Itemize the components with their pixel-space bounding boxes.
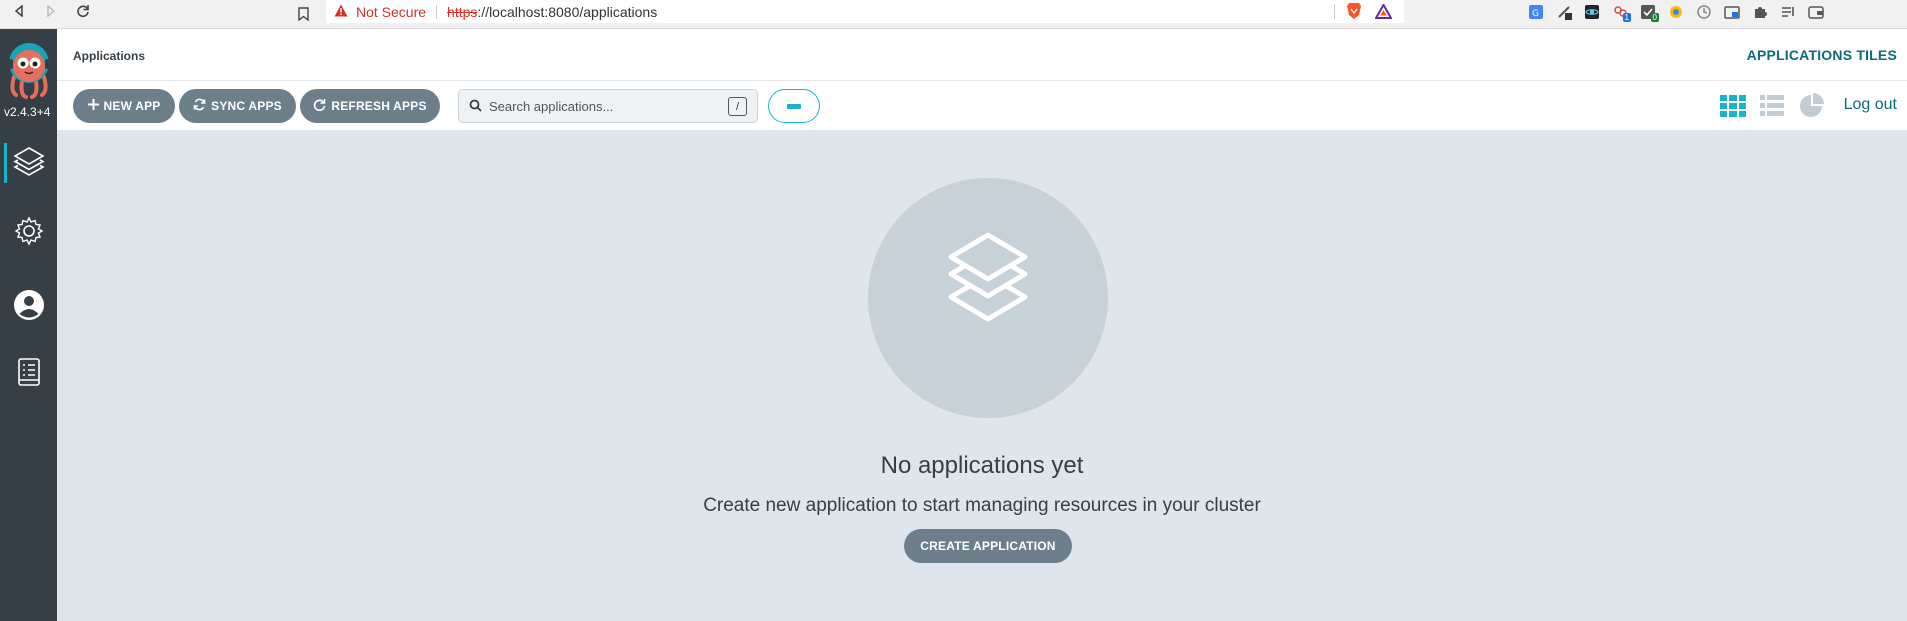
page-title: Applications (73, 49, 146, 63)
brave-shields-icon[interactable] (1344, 1, 1364, 21)
screenshot-extension-icon[interactable] (1721, 2, 1743, 22)
view-title: APPLICATIONS TILES (1746, 47, 1897, 63)
sync-apps-label: SYNC APPS (211, 99, 282, 113)
forward-icon[interactable] (38, 0, 64, 22)
search-icon (469, 99, 482, 117)
new-app-button[interactable]: NEW APP (73, 89, 175, 123)
redux-extension-icon[interactable]: 1 (1609, 2, 1631, 22)
sidebar-item-applications[interactable] (0, 135, 57, 191)
translate-extension-icon[interactable]: G (1525, 2, 1547, 22)
brave-rewards-icon[interactable] (1373, 1, 1393, 21)
checklist-extension-icon[interactable]: 0 (1637, 2, 1659, 22)
extensions-bar: G 1 0 (1525, 2, 1827, 22)
url-separator (436, 4, 438, 19)
layers-icon (12, 144, 46, 183)
sidebar: v2.4.3+4 (0, 29, 57, 621)
user-circle-icon (13, 289, 45, 326)
search-shortcut-key: / (728, 97, 747, 116)
list-view-icon[interactable] (1759, 93, 1785, 119)
logout-link[interactable]: Log out (1844, 96, 1897, 114)
sidebar-item-documentation[interactable] (0, 346, 57, 402)
filters-toggle-button[interactable] (768, 89, 820, 123)
search-input[interactable] (489, 96, 709, 116)
book-icon (16, 357, 42, 392)
url-text: ://localhost:8080/applications (477, 3, 658, 20)
devtools-extension-icon[interactable] (1553, 2, 1575, 22)
plus-icon (87, 99, 99, 113)
sync-apps-button[interactable]: SYNC APPS (179, 89, 296, 123)
applications-toolbar: NEW APP SYNC APPS REFRESH APPS / Log out (57, 81, 1907, 130)
react-extension-icon[interactable] (1581, 2, 1603, 22)
applications-content: No applications yet Create new applicati… (57, 130, 1907, 621)
extension-badge: 1 (1622, 13, 1631, 22)
reload-icon[interactable] (70, 0, 96, 22)
address-bar[interactable]: Not Secure https://localhost:8080/applic… (326, 0, 1404, 23)
url-scheme: https (447, 3, 478, 20)
minus-icon (787, 103, 801, 109)
refresh-icon (313, 98, 326, 114)
sidebar-item-settings[interactable] (0, 205, 57, 261)
page-header: Applications APPLICATIONS TILES (57, 29, 1907, 81)
bookmark-icon[interactable] (292, 3, 314, 25)
url-end-separator (1334, 4, 1335, 19)
puzzle-icon[interactable] (1749, 2, 1771, 22)
argo-logo[interactable] (4, 39, 54, 99)
empty-state-subtitle: Create new application to start managing… (703, 495, 1261, 516)
new-app-label: NEW APP (103, 99, 161, 113)
gear-icon (13, 215, 45, 252)
sync-icon (193, 98, 206, 114)
search-box[interactable]: / (458, 89, 758, 123)
extension-badge: 0 (1650, 13, 1659, 22)
svg-text:G: G (1532, 9, 1539, 19)
create-application-button[interactable]: CREATE APPLICATION (904, 529, 1072, 563)
sidebar-item-user-info[interactable] (0, 279, 57, 335)
browser-toolbar: Not Secure https://localhost:8080/applic… (0, 0, 1907, 29)
security-label[interactable]: Not Secure (356, 4, 426, 20)
empty-state-title: No applications yet (880, 452, 1084, 479)
version-label: v2.4.3+4 (4, 105, 51, 119)
color-extension-icon[interactable] (1665, 2, 1687, 22)
layers-icon (913, 221, 1063, 376)
empty-state-illustration (868, 178, 1108, 418)
warning-icon (334, 4, 352, 20)
tiles-view-icon[interactable] (1720, 93, 1746, 119)
refresh-apps-label: REFRESH APPS (331, 99, 427, 113)
summary-view-pie-icon[interactable] (1799, 93, 1825, 119)
timer-extension-icon[interactable] (1693, 2, 1715, 22)
media-queue-icon[interactable] (1777, 2, 1799, 22)
back-icon[interactable] (6, 0, 32, 22)
wallet-icon[interactable] (1805, 2, 1827, 22)
refresh-apps-button[interactable]: REFRESH APPS (300, 89, 440, 123)
